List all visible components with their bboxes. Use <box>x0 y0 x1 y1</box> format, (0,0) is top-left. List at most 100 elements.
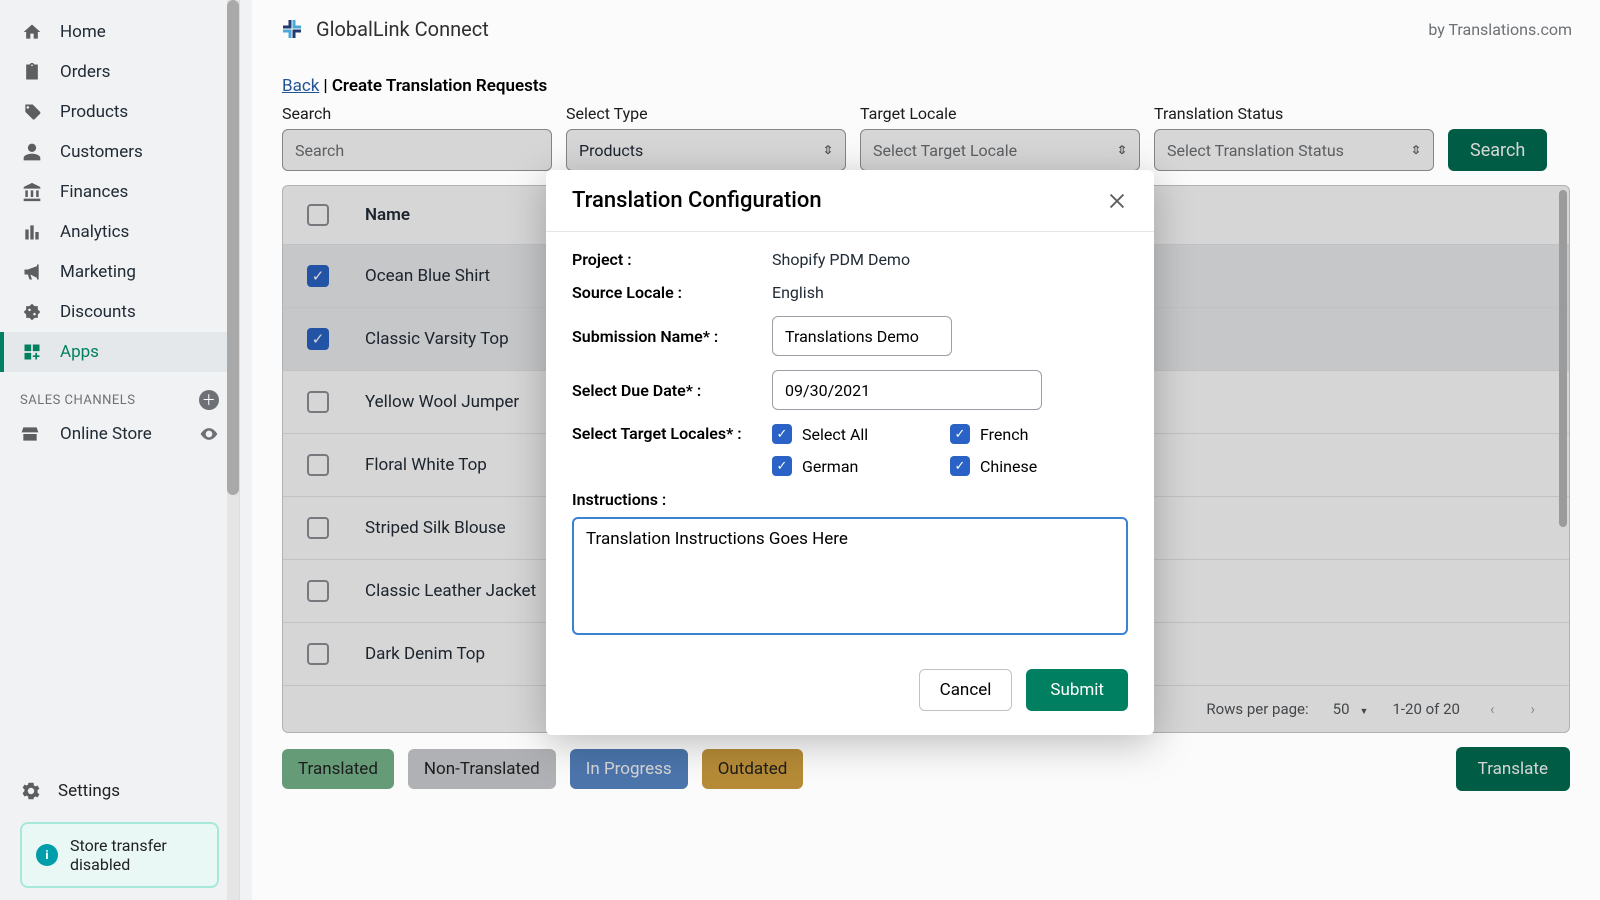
row-name: Floral White Top <box>329 455 487 475</box>
chip-translated[interactable]: Translated <box>282 749 394 789</box>
locale-label: Select All <box>802 425 868 444</box>
due-date-label: Select Due Date* : <box>572 381 772 400</box>
nav-label: Orders <box>60 62 110 82</box>
nav-settings[interactable]: Settings <box>20 768 219 822</box>
megaphone-icon <box>20 262 44 282</box>
channel-online-store[interactable]: Online Store <box>0 416 239 452</box>
page-title: Create Translation Requests <box>332 76 547 96</box>
orders-icon <box>20 62 44 82</box>
nav-label: Analytics <box>60 222 129 242</box>
nav-apps[interactable]: Apps <box>0 332 239 372</box>
search-input[interactable]: Search <box>282 129 552 171</box>
row-name: Classic Varsity Top <box>329 329 509 349</box>
submission-name-input[interactable] <box>772 316 952 356</box>
row-checkbox[interactable]: ✓ <box>307 328 329 350</box>
submission-name-label: Submission Name* : <box>572 327 772 346</box>
instructions-label: Instructions : <box>572 490 1128 509</box>
row-checkbox[interactable] <box>307 454 329 476</box>
locale-label: Target Locale <box>860 104 1140 123</box>
project-label: Project : <box>572 250 772 269</box>
cancel-button[interactable]: Cancel <box>919 669 1013 711</box>
add-channel-button[interactable]: ＋ <box>199 390 219 410</box>
chip-in-progress[interactable]: In Progress <box>570 749 688 789</box>
row-checkbox[interactable] <box>307 643 329 665</box>
nav-label: Products <box>60 102 128 122</box>
instructions-textarea[interactable] <box>572 517 1128 635</box>
chip-outdated[interactable]: Outdated <box>702 749 804 789</box>
modal-title: Translation Configuration <box>572 188 822 213</box>
app-header: GlobalLink Connect by Translations.com <box>252 0 1600 58</box>
select-all-checkbox[interactable] <box>307 204 329 226</box>
prev-page-button[interactable]: ‹ <box>1484 700 1501 718</box>
locale-label: French <box>980 425 1028 444</box>
locale-select[interactable]: Select Target Locale <box>860 129 1140 171</box>
status-select[interactable]: Select Translation Status <box>1154 129 1434 171</box>
row-checkbox[interactable] <box>307 391 329 413</box>
row-checkbox[interactable] <box>307 580 329 602</box>
row-checkbox[interactable]: ✓ <box>307 265 329 287</box>
nav-home[interactable]: Home <box>0 12 239 52</box>
view-store-icon[interactable] <box>199 424 219 444</box>
row-name: Yellow Wool Jumper <box>329 392 519 412</box>
status-label: Translation Status <box>1154 104 1434 123</box>
rows-per-page-label: Rows per page: <box>1206 700 1308 718</box>
search-button[interactable]: Search <box>1448 129 1547 171</box>
project-value: Shopify PDM Demo <box>772 250 1128 269</box>
nav-discounts[interactable]: Discounts <box>0 292 239 332</box>
locale-checkbox[interactable]: ✓ <box>950 424 970 444</box>
back-link[interactable]: Back <box>282 76 319 96</box>
person-icon <box>20 142 44 162</box>
breadcrumb: Back | Create Translation Requests <box>262 70 1590 100</box>
translate-button[interactable]: Translate <box>1456 747 1570 791</box>
legend-bar: Translated Non-Translated In Progress Ou… <box>262 733 1590 805</box>
store-transfer-banner: i Store transfer disabled <box>20 822 219 888</box>
submit-button[interactable]: Submit <box>1026 669 1128 711</box>
nav-list: Home Orders Products Customers Finances … <box>0 0 239 372</box>
sidebar: Home Orders Products Customers Finances … <box>0 0 240 900</box>
next-page-button[interactable]: › <box>1524 700 1541 718</box>
row-checkbox[interactable] <box>307 517 329 539</box>
info-icon: i <box>36 844 58 866</box>
locale-option[interactable]: ✓ Select All <box>772 424 950 444</box>
store-icon <box>20 424 44 444</box>
home-icon <box>20 22 44 42</box>
discount-icon <box>20 302 44 322</box>
source-locale-label: Source Locale : <box>572 283 772 302</box>
sidebar-scrollbar[interactable] <box>227 0 239 900</box>
channel-label: Online Store <box>60 424 152 444</box>
rows-per-page-select[interactable]: 50 <box>1333 700 1369 718</box>
search-label: Search <box>282 104 552 123</box>
locale-option[interactable]: ✓German <box>772 456 950 476</box>
analytics-icon <box>20 222 44 242</box>
translation-config-modal: Translation Configuration Project : Shop… <box>546 170 1154 735</box>
type-select[interactable]: Products <box>566 129 846 171</box>
range-text: 1-20 of 20 <box>1392 700 1460 718</box>
settings-label: Settings <box>58 781 120 801</box>
locale-checkbox[interactable]: ✓ <box>772 424 792 444</box>
bank-icon <box>20 182 44 202</box>
chip-non-translated[interactable]: Non-Translated <box>408 749 556 789</box>
row-name: Dark Denim Top <box>329 644 485 664</box>
row-name: Ocean Blue Shirt <box>329 266 490 286</box>
nav-finances[interactable]: Finances <box>0 172 239 212</box>
due-date-input[interactable] <box>772 370 1042 410</box>
tag-icon <box>20 102 44 122</box>
locale-option[interactable]: ✓Chinese <box>950 456 1128 476</box>
type-label: Select Type <box>566 104 846 123</box>
apps-icon <box>20 342 44 362</box>
locale-option[interactable]: ✓ French <box>950 424 1128 444</box>
table-scrollbar[interactable] <box>1559 190 1567 672</box>
nav-customers[interactable]: Customers <box>0 132 239 172</box>
banner-text: Store transfer disabled <box>70 836 203 874</box>
nav-orders[interactable]: Orders <box>0 52 239 92</box>
nav-analytics[interactable]: Analytics <box>0 212 239 252</box>
nav-marketing[interactable]: Marketing <box>0 252 239 292</box>
col-name: Name <box>329 205 410 225</box>
target-locales-label: Select Target Locales* : <box>572 424 772 443</box>
locale-checkbox[interactable]: ✓ <box>950 456 970 476</box>
section-label: SALES CHANNELS <box>20 393 136 408</box>
nav-label: Marketing <box>60 262 136 282</box>
close-icon[interactable] <box>1106 190 1128 212</box>
locale-checkbox[interactable]: ✓ <box>772 456 792 476</box>
nav-products[interactable]: Products <box>0 92 239 132</box>
